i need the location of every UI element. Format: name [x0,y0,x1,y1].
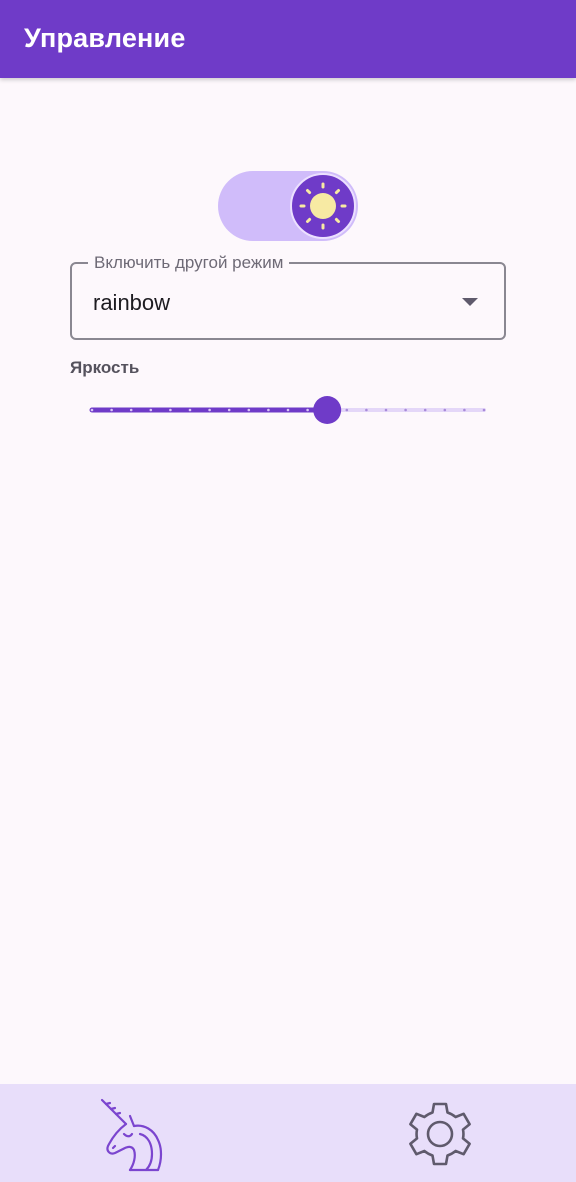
slider-tick [247,408,251,412]
brightness-slider[interactable] [88,396,488,424]
mode-select-value: rainbow [93,290,171,315]
mode-toggle-switch[interactable] [218,171,358,241]
slider-thumb[interactable] [313,396,342,424]
slider-tick [208,408,211,412]
slider-tick [482,408,486,412]
slider-tick [443,408,447,412]
slider-tick [129,408,133,412]
slider-tick [90,408,94,412]
slider-tick [463,408,466,412]
nav-item-home[interactable] [96,1096,176,1176]
slider-tick [267,408,270,412]
mode-select-dropdown[interactable]: Включить другой режим rainbow [70,253,506,340]
page-title: Управление [24,23,186,53]
nav-item-settings[interactable] [400,1096,480,1176]
gear-icon [409,1102,471,1166]
brightness-label: Яркость [70,358,140,377]
unicorn-icon [100,1098,163,1172]
slider-tick [404,408,407,412]
slider-tick [169,408,172,412]
slider-tick [345,408,349,412]
slider-tick [286,408,290,412]
slider-tick [306,408,309,412]
sun-icon [299,182,347,230]
dropdown-arrow-icon[interactable] [462,298,478,306]
slider-tick [149,408,153,412]
bottom-navigation [0,1084,576,1182]
toggle-thumb[interactable] [290,173,356,239]
top-app-bar: Управление [0,0,576,78]
slider-tick [384,408,388,412]
slider-tick [188,408,192,412]
mode-select-label: Включить другой режим [88,253,290,273]
slider-tick [423,408,427,412]
slider-tick [365,408,368,412]
slider-tick [227,408,231,412]
app-root: Управление Включить другой режим rainbow… [0,0,576,1182]
slider-tick [110,408,113,412]
